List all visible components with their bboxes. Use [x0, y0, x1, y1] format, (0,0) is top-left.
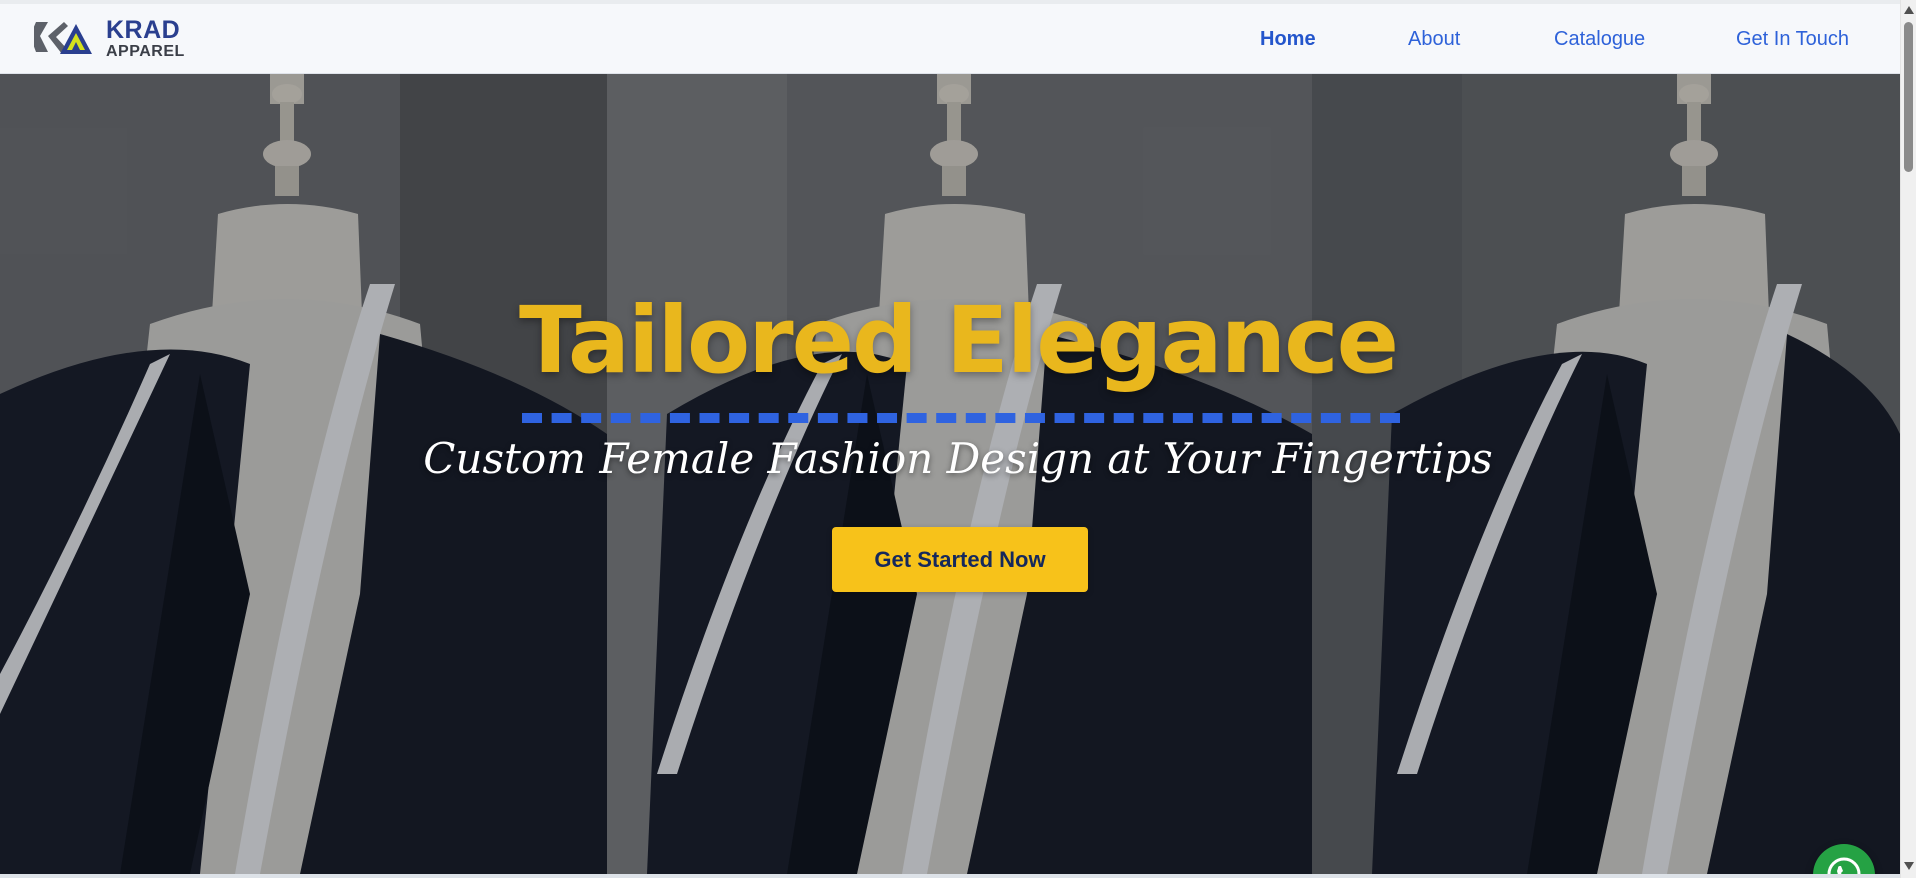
brand-name: KRAD: [106, 16, 181, 44]
brand-wordmark: KRAD APPAREL: [106, 18, 185, 60]
nav-catalogue[interactable]: Catalogue: [1554, 28, 1645, 51]
page-scrollbar[interactable]: [1900, 0, 1916, 878]
main-nav: Home About Catalogue Get In Touch: [1230, 4, 1870, 74]
scroll-down-arrow-icon[interactable]: [1903, 860, 1915, 872]
scrollbar-thumb[interactable]: [1904, 22, 1913, 172]
nav-about[interactable]: About: [1408, 28, 1460, 51]
site-navbar: KRAD APPAREL Home About Catalogue Get In…: [0, 4, 1900, 74]
whatsapp-icon: [1827, 857, 1861, 874]
whatsapp-chat-button[interactable]: [1813, 844, 1875, 874]
nav-get-in-touch[interactable]: Get In Touch: [1736, 28, 1849, 51]
nav-home[interactable]: Home: [1260, 28, 1316, 51]
hero-content: Tailored Elegance Custom Female Fashion …: [0, 74, 1900, 874]
scroll-up-arrow-icon[interactable]: [1903, 4, 1915, 16]
krad-logo-icon: [34, 22, 92, 54]
brand-logo[interactable]: KRAD APPAREL: [34, 18, 185, 60]
next-section-edge: [0, 874, 1900, 878]
get-started-button[interactable]: Get Started Now: [832, 527, 1088, 592]
hero-subtitle: Custom Female Fashion Design at Your Fin…: [423, 434, 1493, 483]
hero-title: Tailored Elegance: [518, 287, 1399, 394]
hero-dashed-divider: [522, 413, 1400, 423]
hero-section: Tailored Elegance Custom Female Fashion …: [0, 74, 1900, 874]
brand-tagline: APPAREL: [106, 43, 185, 60]
